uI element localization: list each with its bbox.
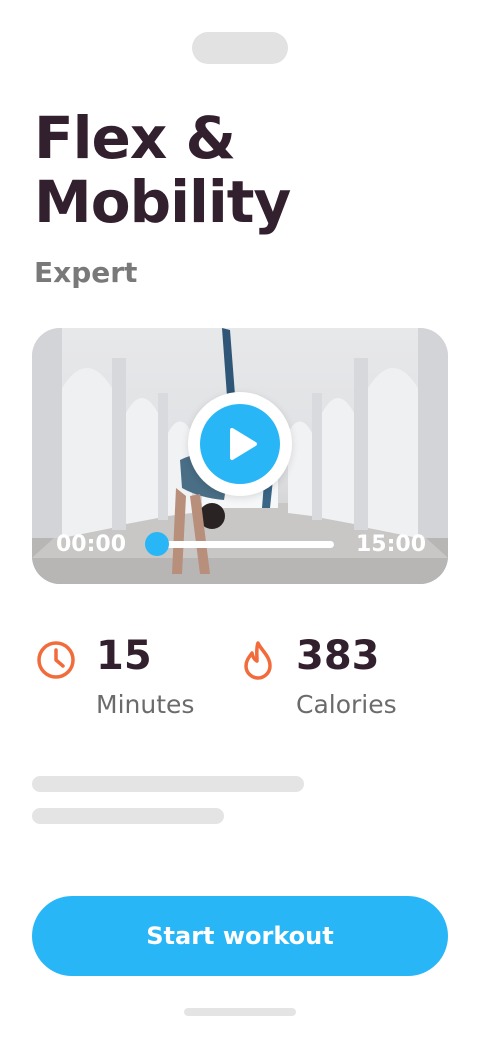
- flame-icon: [244, 641, 272, 680]
- description-placeholder-line: [32, 808, 224, 824]
- duration-value: 15: [96, 633, 152, 679]
- workout-level: Expert: [34, 256, 138, 289]
- top-notch-placeholder: [192, 32, 288, 64]
- video-progress-knob[interactable]: [145, 532, 169, 556]
- clock-icon: [37, 641, 75, 679]
- duration-label: Minutes: [96, 690, 195, 719]
- start-workout-button[interactable]: Start workout: [32, 896, 448, 976]
- video-current-time: 00:00: [56, 532, 127, 557]
- calories-label: Calories: [296, 690, 397, 719]
- video-progress-track[interactable]: [156, 541, 334, 548]
- workout-title: Flex & Mobility: [34, 104, 291, 236]
- play-icon: [230, 428, 257, 460]
- video-duration: 15:00: [356, 532, 427, 557]
- home-indicator: [184, 1008, 296, 1016]
- calories-value: 383: [296, 633, 380, 679]
- play-button[interactable]: [188, 392, 292, 496]
- play-button-circle: [200, 404, 280, 484]
- description-placeholder-line: [32, 776, 304, 792]
